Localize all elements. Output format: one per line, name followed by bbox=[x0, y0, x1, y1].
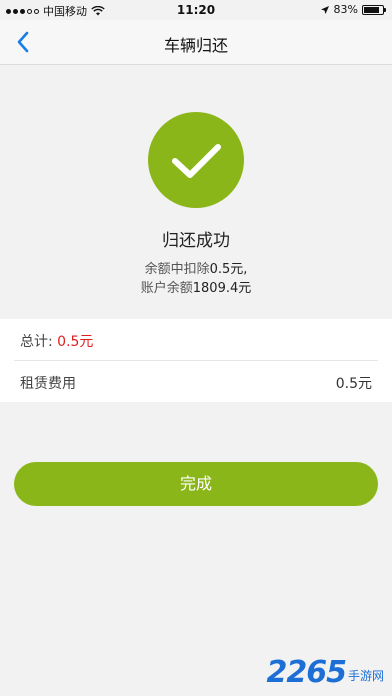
watermark-digits: 2265 bbox=[266, 655, 346, 690]
total-value: 0.5元 bbox=[57, 334, 94, 350]
balance-amount: 1809.4元 bbox=[192, 281, 252, 296]
balance-message: 账户余额1809.4元 bbox=[0, 277, 392, 296]
battery-percent: 83% bbox=[333, 3, 358, 16]
watermark-text: 手游网 bbox=[347, 669, 384, 683]
status-right: 83% bbox=[320, 3, 386, 16]
deduct-amount: 0.5元, bbox=[209, 262, 248, 277]
total-label: 总计: bbox=[20, 334, 53, 350]
nav-bar: 车辆归还 bbox=[0, 20, 392, 65]
total-label-group: 总计: 0.5元 bbox=[20, 331, 93, 351]
result-title: 归还成功 bbox=[162, 231, 230, 251]
page-title: 车辆归还 bbox=[163, 36, 228, 55]
location-arrow-icon bbox=[320, 5, 329, 14]
success-check-badge bbox=[148, 112, 244, 208]
deduct-prefix: 余额中扣除 bbox=[144, 262, 210, 277]
fee-item-label: 租赁费用 bbox=[20, 376, 76, 392]
balance-prefix: 账户余额 bbox=[140, 281, 193, 296]
battery-icon bbox=[362, 4, 386, 15]
watermark-logo: 2265 手游网 bbox=[266, 655, 384, 690]
fee-item-value: 0.5元 bbox=[335, 376, 372, 392]
deduct-message: 余额中扣除0.5元, bbox=[0, 258, 392, 277]
check-icon bbox=[172, 144, 221, 178]
fee-item-row: 租赁费用 0.5元 bbox=[0, 361, 392, 402]
battery-fill bbox=[364, 6, 379, 13]
status-bar: 中国移动 11:20 83% bbox=[0, 0, 392, 20]
fee-panel: 总计: 0.5元 租赁费用 0.5元 bbox=[0, 319, 392, 402]
done-button[interactable]: 完成 bbox=[14, 462, 378, 506]
total-row: 总计: 0.5元 bbox=[0, 319, 392, 361]
